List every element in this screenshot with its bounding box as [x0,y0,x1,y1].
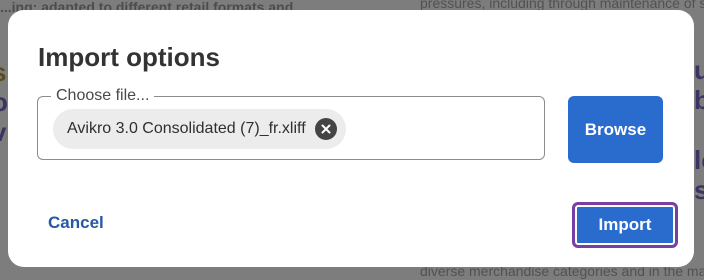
file-field-legend: Choose file... [51,86,155,106]
background-heading-fragment: st [694,175,704,205]
background-heading-fragment: u [694,55,704,85]
import-options-dialog: Import options Choose file... Avikro 3.0… [8,10,694,267]
background-heading-fragment: lo [694,145,704,175]
dialog-title: Import options [38,42,220,72]
import-button[interactable]: Import [572,202,678,248]
background-heading-fragment: v [0,118,6,146]
background-heading-fragment: s [0,58,6,86]
selected-file-name: Avikro 3.0 Consolidated (7)_fr.xliff [67,120,306,137]
browse-button[interactable]: Browse [568,96,663,163]
background-heading-fragment: b [694,85,704,115]
close-circle-icon[interactable] [314,118,337,140]
close-icon [321,124,331,134]
selected-file-chip: Avikro 3.0 Consolidated (7)_fr.xliff [53,109,346,149]
cancel-button[interactable]: Cancel [38,208,114,238]
background-heading-fragment: o [0,88,8,116]
file-chooser-field[interactable]: Choose file... Avikro 3.0 Consolidated (… [37,86,545,160]
